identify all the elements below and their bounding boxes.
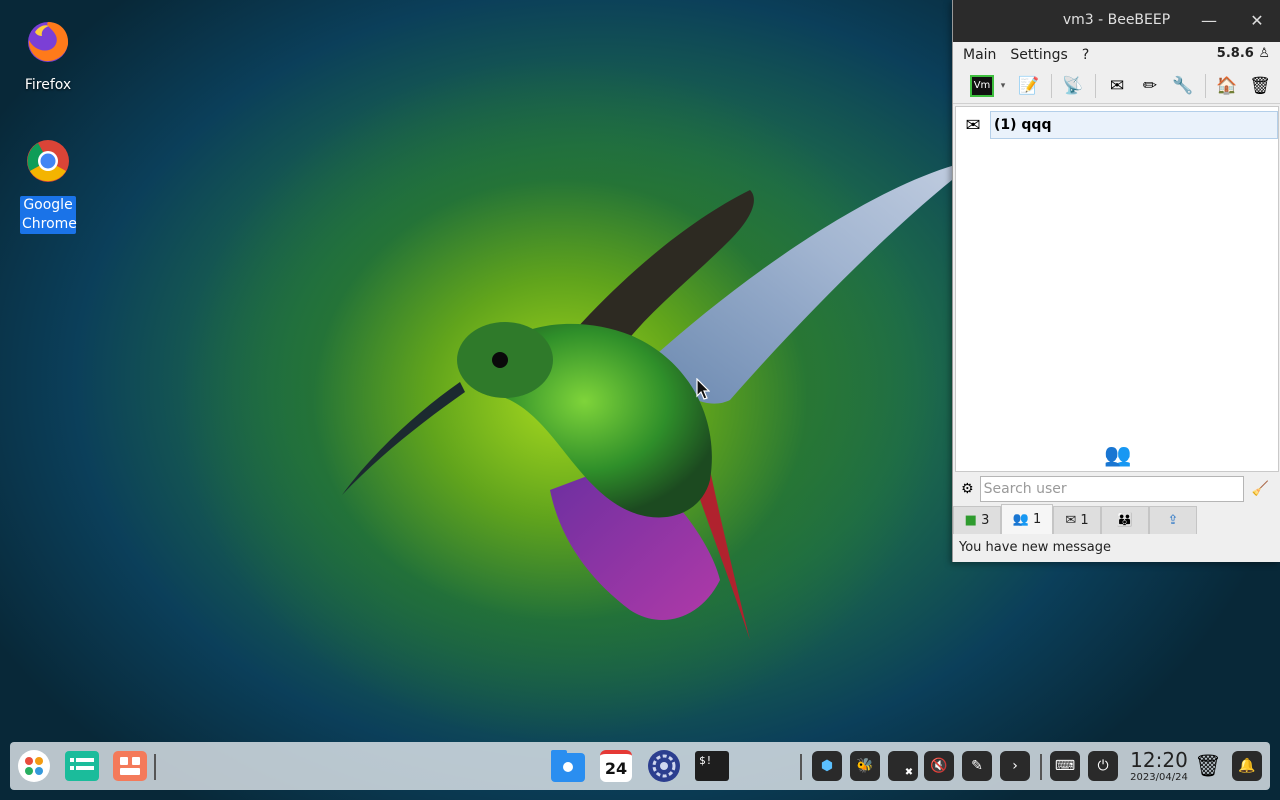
users-icon: ■ — [964, 513, 977, 528]
tray-keyboard-button[interactable]: ⌨ — [1050, 751, 1080, 781]
menu-settings[interactable]: Settings — [1010, 47, 1067, 63]
bin-icon[interactable]: 🗑 — [1247, 73, 1273, 99]
notification-button[interactable]: 🔔 — [1232, 751, 1262, 781]
keyboard-icon: ⌨ — [1054, 758, 1076, 774]
hummingbird-wallpaper-art — [342, 165, 955, 640]
file-manager-button[interactable] — [550, 748, 586, 784]
app-store-icon — [113, 751, 147, 781]
tray-network-button[interactable]: ⬢ — [812, 751, 842, 781]
search-input[interactable] — [979, 476, 1244, 502]
toolbar-separator — [1051, 73, 1052, 98]
control-center-button[interactable] — [646, 748, 682, 784]
chat-icon: ✉ — [1065, 513, 1077, 528]
folder-icon — [551, 750, 585, 782]
chevron-right-icon: › — [1012, 758, 1018, 774]
beebeep-window: vm3 - BeeBEEP — ✕ Main Settings ? 5.8.6 … — [952, 0, 1280, 562]
menu-main[interactable]: Main — [963, 47, 996, 63]
multitask-view-button[interactable] — [64, 748, 100, 784]
tab-users[interactable]: ■ 3 — [953, 506, 1001, 534]
tab-share[interactable]: ⇪ — [1149, 506, 1197, 534]
version-label: 5.8.6 ♙ — [1216, 46, 1270, 61]
terminal-icon: $! — [695, 751, 729, 781]
window-titlebar[interactable]: vm3 - BeeBEEP — ✕ — [953, 0, 1280, 42]
bell-icon: 🔔 — [1238, 758, 1256, 774]
power-icon: ⏻ — [1097, 758, 1109, 774]
group-icon: 👥 — [1012, 512, 1029, 527]
notepad-icon[interactable]: ✏ — [1137, 73, 1163, 99]
menu-bar: Main Settings ? 5.8.6 ♙ — [953, 42, 1280, 68]
main-toolbar: Vm ▾ 📝 📡 ✉ ✏ 🔧 🏠 🗑 — [953, 68, 1280, 104]
tray-display-button[interactable]: ✖ — [888, 751, 918, 781]
tray-expand-button[interactable]: › — [1000, 751, 1030, 781]
taskbar-separator — [1040, 754, 1042, 780]
tray-volume-button[interactable]: 🔇 — [924, 751, 954, 781]
message-icon[interactable]: ✉ — [1104, 73, 1130, 99]
network-status-icon: ⚙ — [961, 481, 974, 497]
clock-date: 2023/04/24 — [1130, 772, 1188, 783]
close-button[interactable]: ✕ — [1244, 8, 1270, 34]
volume-muted-icon: 🔇 — [930, 758, 948, 774]
chrome-icon — [27, 140, 69, 182]
desktop-icon-google-chrome[interactable]: Google Chrome — [12, 138, 84, 234]
user-name: (1) qqq — [990, 111, 1278, 139]
envelope-icon: ✉ — [965, 114, 981, 136]
bee-icon: 🐝 — [856, 758, 874, 774]
group-chat-icon: 👪 — [1116, 513, 1134, 528]
app-store-button[interactable] — [112, 748, 148, 784]
desktop-icon-label: Firefox — [24, 77, 72, 93]
calendar-button[interactable]: 24 — [598, 748, 634, 784]
taskbar: 24 $! ⬢ 🐝 ✖ 🔇 ✎ › ⌨ ⏻ 12:20 2023/04/24 🗑… — [10, 742, 1270, 790]
tab-groups[interactable]: 👥 1 — [1001, 504, 1053, 534]
home-icon[interactable]: 🏠 — [1214, 73, 1240, 99]
clear-search-icon[interactable]: 🧹 — [1252, 481, 1269, 497]
settings-gear-icon — [648, 750, 680, 782]
vm-status-icon[interactable]: Vm — [969, 73, 995, 99]
tab-group-chats[interactable]: 👪 — [1101, 506, 1149, 534]
mouse-cursor-icon — [696, 378, 710, 400]
calendar-icon: 24 — [600, 750, 632, 782]
users-icon: 👥 — [1104, 443, 1132, 468]
search-row: ⚙ 🧹 — [953, 474, 1280, 504]
clock[interactable]: 12:20 2023/04/24 — [1128, 748, 1190, 784]
toolbar-separator — [1205, 73, 1206, 98]
display-off-icon: ✖ — [904, 766, 914, 778]
clock-time: 12:20 — [1130, 748, 1188, 772]
tab-chats[interactable]: ✉ 1 — [1053, 506, 1101, 534]
desktop-icon-label: Google Chrome — [20, 196, 77, 234]
status-bar-text: You have new message — [959, 540, 1111, 555]
tab-bar: ■ 3 👥 1 ✉ 1 👪 ⇪ — [953, 504, 1197, 534]
taskbar-separator — [800, 754, 802, 780]
tools-icon[interactable]: 🔧 — [1170, 73, 1196, 99]
firefox-icon — [28, 22, 69, 62]
list-item[interactable]: ✉ (1) qqq — [960, 111, 1278, 139]
tray-power-button[interactable]: ⏻ — [1088, 751, 1118, 781]
tray-screenshot-button[interactable]: ✎ — [962, 751, 992, 781]
share-icon: ⇪ — [1167, 513, 1179, 528]
tray-beebeep-button[interactable]: 🐝 — [850, 751, 880, 781]
toolbar-separator — [1095, 73, 1096, 98]
launcher-button[interactable] — [16, 748, 52, 784]
multitask-icon — [65, 751, 99, 781]
edit-profile-icon[interactable]: 📝 — [1016, 73, 1042, 99]
network-tray-icon: ⬢ — [820, 758, 834, 774]
window-title: vm3 - BeeBEEP — [1062, 12, 1171, 28]
menu-help[interactable]: ? — [1082, 47, 1089, 63]
user-list: ✉ (1) qqq 👥 — [955, 106, 1279, 472]
trash-button[interactable]: 🗑 — [1190, 748, 1226, 784]
brush-icon: ✎ — [971, 758, 983, 774]
dropdown-icon[interactable]: ▾ — [997, 73, 1009, 99]
trash-icon: 🗑 — [1194, 753, 1222, 779]
minimize-button[interactable]: — — [1196, 8, 1222, 34]
network-icon[interactable]: 📡 — [1060, 73, 1086, 99]
terminal-button[interactable]: $! — [694, 748, 730, 784]
desktop-icon-firefox[interactable]: Firefox — [12, 18, 84, 95]
launcher-icon — [18, 750, 50, 782]
taskbar-separator — [154, 754, 156, 780]
